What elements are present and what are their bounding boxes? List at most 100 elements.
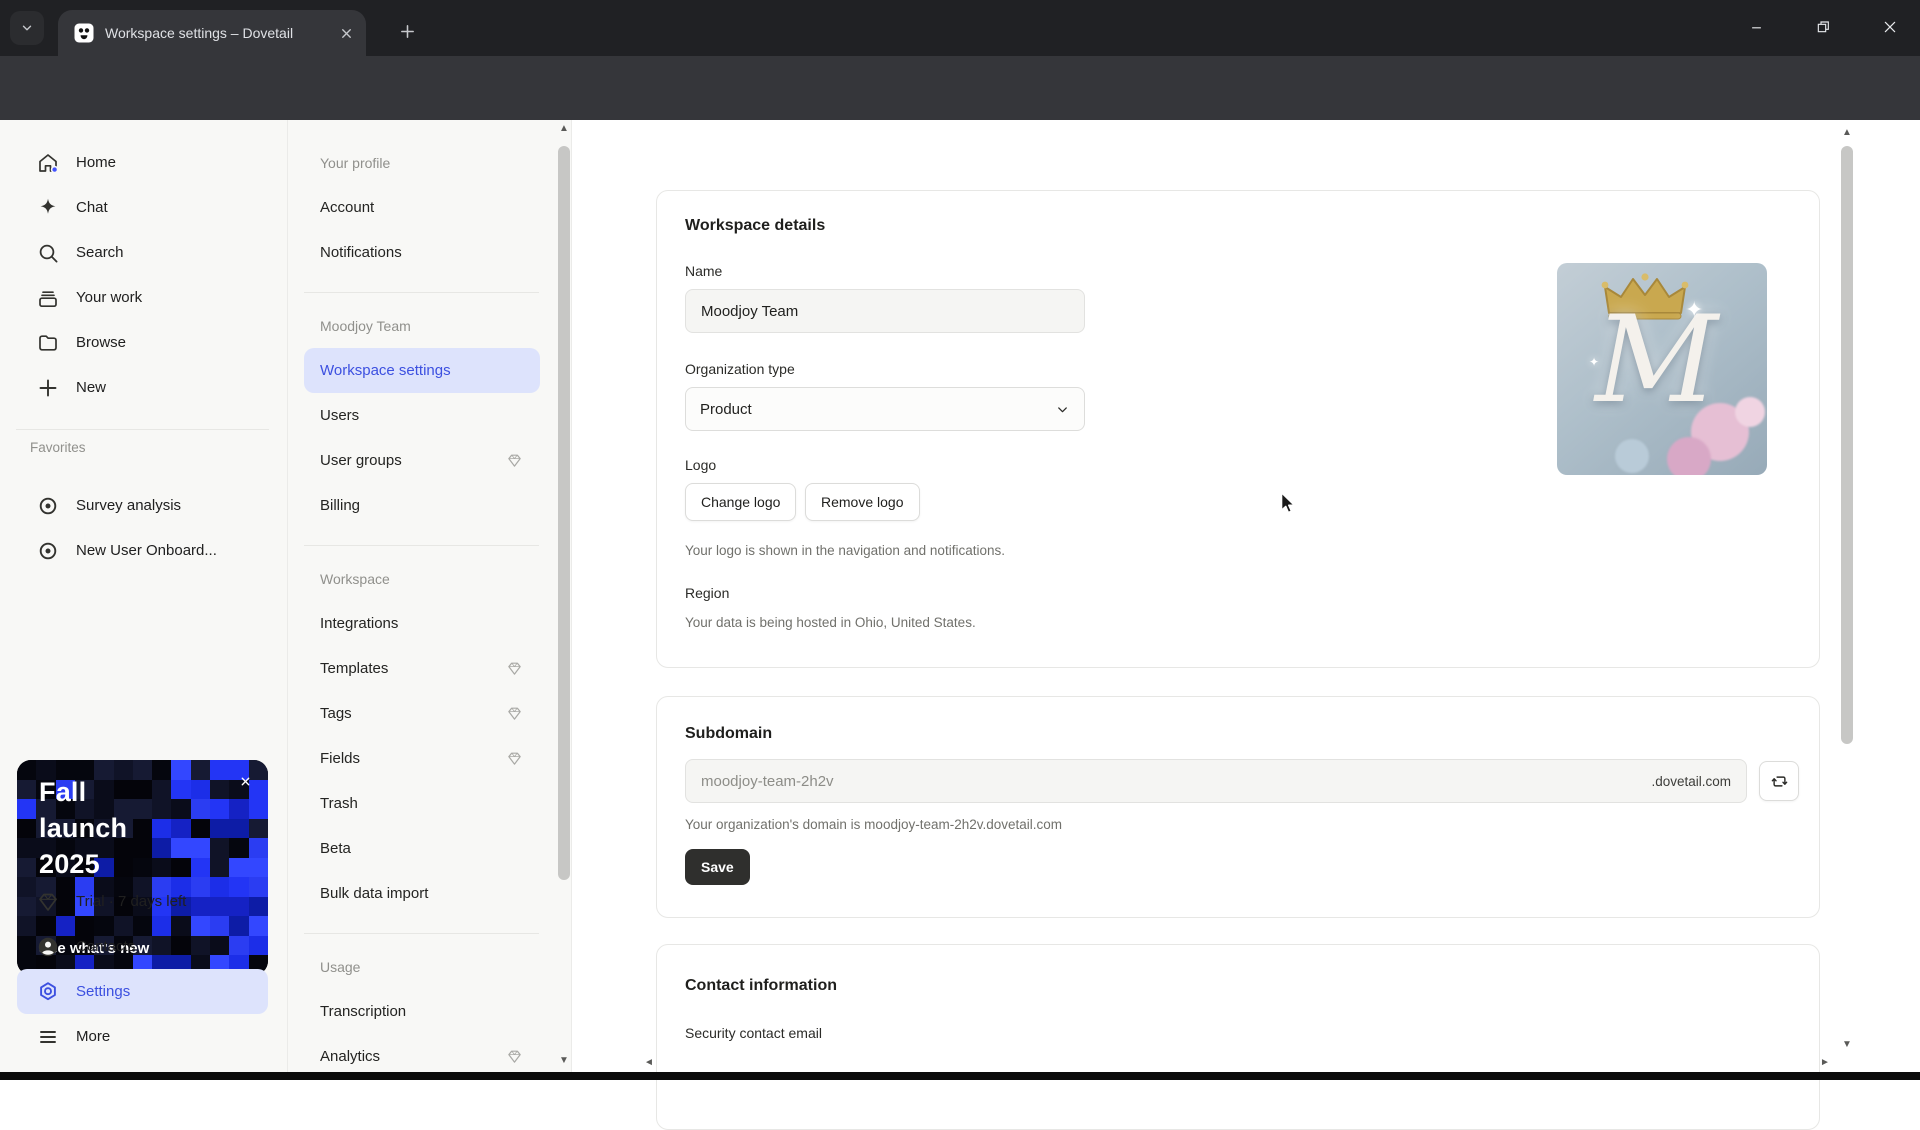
subdomain-input[interactable]: moodjoy-team-2h2v .dovetail.com (685, 759, 1747, 803)
main-scrollbar[interactable] (1841, 146, 1853, 744)
snav-scroll-up-arrow[interactable]: ▲ (559, 124, 569, 134)
promo-pixel (190, 779, 211, 800)
main-scroll-down-arrow[interactable]: ▼ (1842, 1040, 1852, 1050)
snav-scrollbar[interactable] (558, 146, 570, 880)
promo-pixel (171, 857, 191, 878)
settings-icon (40, 981, 56, 1000)
promo-pixel (210, 779, 230, 800)
logo-label: Logo (685, 457, 717, 473)
sidebar-item-contacts[interactable]: Contacts (0, 924, 287, 969)
promo-pixel (190, 838, 211, 858)
browser-tab[interactable]: Workspace settings – Dovetail (58, 10, 366, 56)
subdomain-title: Subdomain (685, 725, 773, 742)
settings-nav-item-tags[interactable]: Tags (288, 691, 571, 736)
promo-pixel (190, 857, 211, 878)
sidebar-item-settings[interactable]: Settings (17, 969, 268, 1014)
window-close-button[interactable] (1870, 10, 1910, 44)
promo-pixel (229, 838, 249, 858)
promo-close-button[interactable] (234, 770, 256, 792)
save-button[interactable]: Save (685, 849, 750, 885)
flower-decoration (1667, 437, 1711, 475)
promo-pixel (152, 838, 172, 858)
contact-information-card: Contact information Security contact ema… (656, 944, 1820, 1130)
sidebar-item-chat[interactable]: Chat (0, 185, 287, 230)
settings-nav-section-usage: Usage (320, 958, 361, 975)
settings-nav-item-beta[interactable]: Beta (288, 826, 571, 871)
main-scroll-up-arrow[interactable]: ▲ (1842, 128, 1852, 138)
main-scroll-left-arrow[interactable]: ◄ (644, 1058, 654, 1068)
gem-icon (508, 707, 521, 720)
minimize-icon (1751, 26, 1761, 28)
promo-title: Fall launch 2025 (39, 777, 128, 879)
promo-pixel (210, 857, 230, 878)
settings-nav-item-account[interactable]: Account (288, 185, 571, 230)
settings-nav-item-user-groups[interactable]: User groups (288, 438, 571, 483)
gem-icon (39, 893, 57, 911)
settings-nav-item-trash[interactable]: Trash (288, 781, 571, 826)
copy-icon (1771, 775, 1787, 787)
promo-pixel (132, 760, 153, 780)
promo-pixel (248, 857, 268, 878)
change-logo-button[interactable]: Change logo (685, 483, 797, 521)
promo-pixel (171, 818, 191, 839)
window-minimize-button[interactable] (1736, 10, 1776, 44)
subdomain-card: Subdomain moodjoy-team-2h2v .dovetail.co… (656, 696, 1820, 918)
settings-nav-divider (304, 545, 539, 546)
promo-pixel (210, 799, 230, 819)
window-restore-button[interactable] (1803, 10, 1843, 44)
security-contact-email-label: Security contact email (685, 1025, 822, 1041)
target-icon (39, 497, 57, 514)
promo-pixel (152, 857, 172, 878)
contact-icon (38, 937, 58, 956)
remove-logo-button[interactable]: Remove logo (805, 483, 920, 521)
workspace-name-input[interactable]: Moodjoy Team (685, 289, 1085, 333)
tab-close-icon[interactable] (339, 26, 354, 41)
tab-search-button[interactable] (10, 11, 44, 45)
folder-icon (39, 334, 57, 351)
settings-nav-item-users[interactable]: Users (288, 393, 571, 438)
settings-nav-item-integrations[interactable]: Integrations (288, 601, 571, 646)
promo-pixel (229, 857, 249, 878)
organization-type-label: Organization type (685, 361, 795, 377)
plus-icon (400, 24, 414, 38)
promo-pixel (229, 818, 249, 839)
close-icon (241, 777, 249, 785)
leaf-decoration (1615, 439, 1649, 473)
settings-nav-item-workspace-settings[interactable]: Workspace settings (304, 348, 540, 393)
promo-pixel (17, 779, 37, 800)
settings-nav-item-billing[interactable]: Billing (288, 483, 571, 528)
menu-icon (40, 1030, 56, 1043)
sidebar-item-your-work[interactable]: Your work (0, 275, 287, 320)
sidebar-item-browse[interactable]: Browse (0, 320, 287, 365)
settings-nav-item-bulk-data-import[interactable]: Bulk data import (288, 871, 571, 916)
workspace-details-card: Workspace details Name Moodjoy Team Orga… (656, 190, 1820, 668)
flower-decoration (1735, 397, 1765, 427)
favorite-item-survey-analysis[interactable]: Survey analysis (0, 483, 287, 528)
sidebar-item-more[interactable]: More (0, 1014, 287, 1059)
favorite-item-new-user-onboard[interactable]: New User Onboard... (0, 528, 287, 573)
promo-pixel (190, 799, 211, 819)
sidebar-item-home[interactable]: Home (0, 140, 287, 185)
browser-toolbar: moodjoy-team-2h2v.dovetail.com/settings … (0, 56, 1920, 166)
sidebar-item-new[interactable]: New (0, 365, 287, 410)
settings-nav-item-transcription[interactable]: Transcription (288, 989, 571, 1034)
gem-icon (508, 1050, 521, 1063)
sidebar-item-trial-7-days-left[interactable]: Trial · 7 days left (0, 879, 287, 924)
copy-domain-button[interactable] (1759, 761, 1799, 801)
settings-nav-item-fields[interactable]: Fields (288, 736, 571, 781)
promo-pixel (171, 760, 191, 780)
region-help-text: Your data is being hosted in Ohio, Unite… (685, 615, 976, 630)
region-label: Region (685, 585, 730, 601)
favorites-section-label: Favorites (30, 440, 86, 455)
promo-pixel (190, 818, 211, 839)
sidebar-item-search[interactable]: Search (0, 230, 287, 275)
organization-type-select[interactable]: Product (685, 387, 1085, 431)
promo-pixel (132, 799, 153, 819)
settings-nav-item-notifications[interactable]: Notifications (288, 230, 571, 275)
snav-scroll-down-arrow[interactable]: ▼ (559, 1056, 569, 1066)
promo-pixel (229, 799, 249, 819)
main-scroll-right-arrow[interactable]: ► (1820, 1058, 1830, 1068)
settings-nav-item-templates[interactable]: Templates (288, 646, 571, 691)
sparkle-decoration: ✦ (1589, 355, 1600, 369)
new-tab-button[interactable] (392, 16, 422, 46)
